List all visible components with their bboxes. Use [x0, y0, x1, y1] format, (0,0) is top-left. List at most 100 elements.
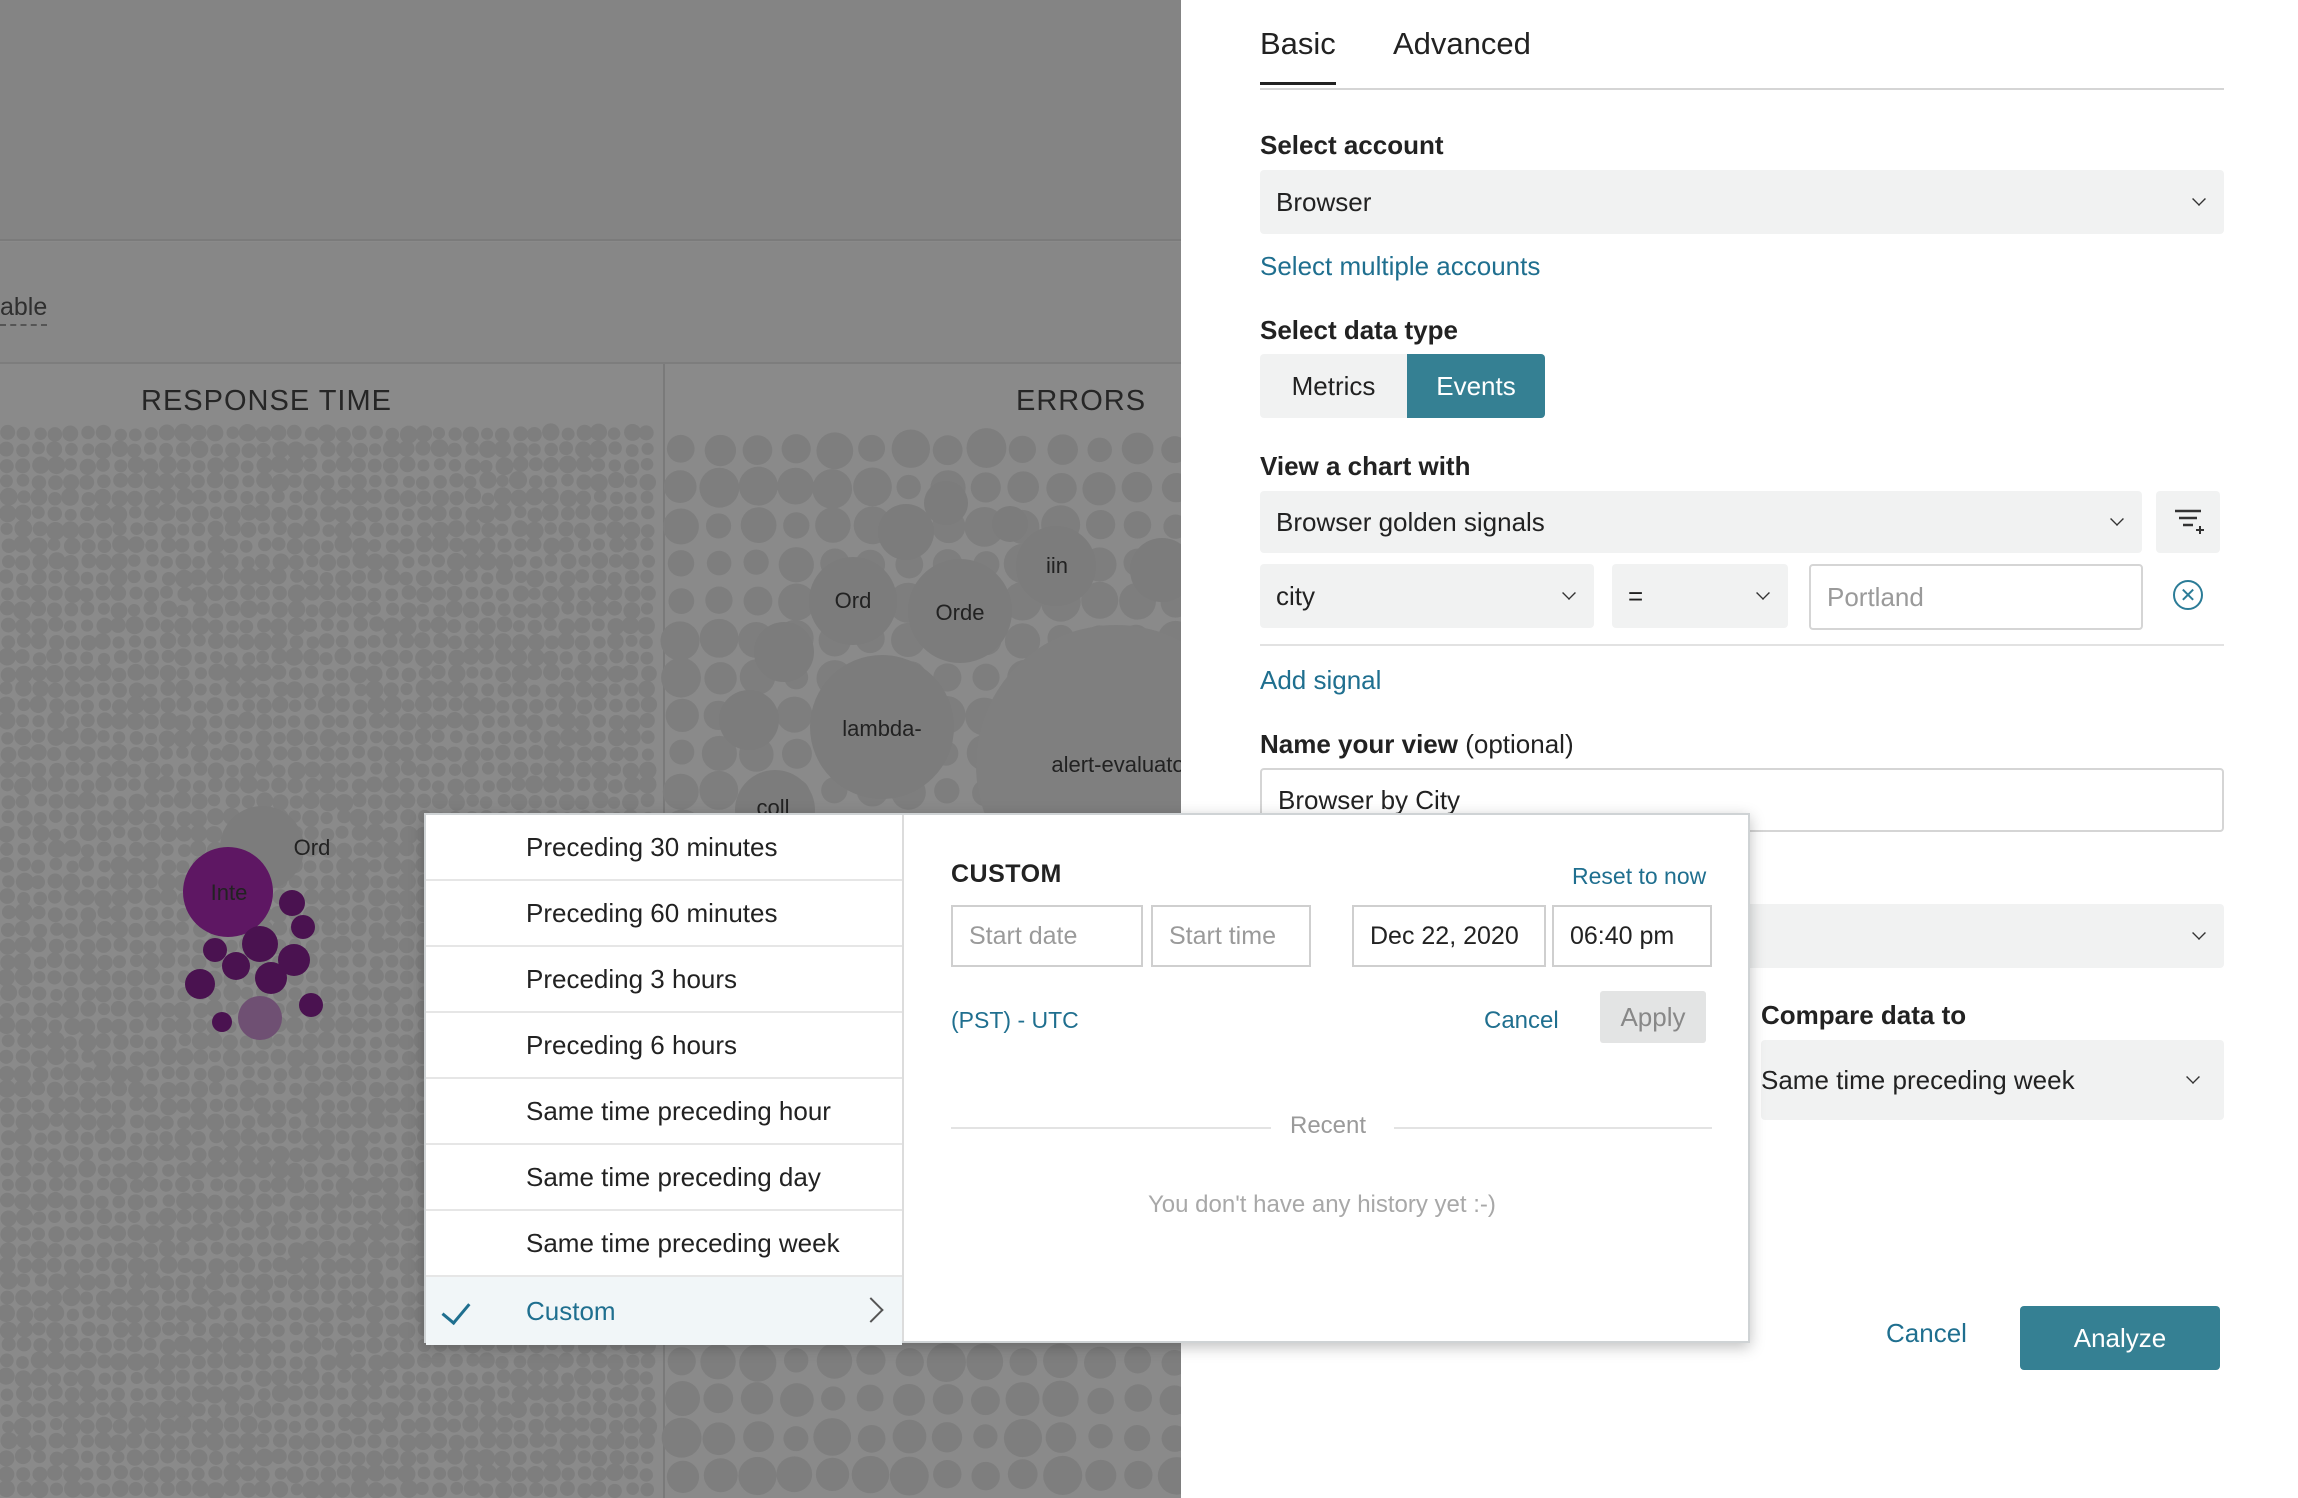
bubble	[16, 585, 32, 601]
bubble	[382, 553, 399, 571]
apply-button[interactable]: Apply	[1600, 991, 1706, 1043]
bubble	[318, 1144, 335, 1161]
bubble	[94, 1129, 110, 1145]
compare-select[interactable]: Same time preceding week	[1761, 1040, 2224, 1120]
bubble	[666, 434, 695, 463]
end-date-input[interactable]: Dec 22, 2020	[1352, 905, 1546, 967]
bubble	[16, 1306, 34, 1324]
events-option[interactable]: Events	[1407, 354, 1545, 418]
bubble	[79, 474, 95, 490]
account-select[interactable]: Browser	[1260, 170, 2224, 234]
bubble	[480, 1400, 497, 1417]
bubble	[161, 859, 177, 875]
preset-item-custom[interactable]: Custom	[426, 1277, 902, 1345]
bubble	[63, 1112, 81, 1131]
end-time-input[interactable]: 06:40 pm	[1552, 905, 1712, 967]
clear-circle-icon[interactable]: ✕	[2173, 580, 2203, 610]
bubble	[96, 1242, 113, 1258]
bubble	[302, 1481, 320, 1498]
bubble	[593, 1401, 608, 1416]
bubble	[0, 504, 17, 523]
bubble	[205, 1416, 224, 1435]
cancel-button[interactable]: Cancel	[1886, 1318, 1967, 1349]
bubble	[668, 588, 695, 614]
bubble	[352, 699, 368, 715]
bubble	[576, 1435, 591, 1449]
timezone-link[interactable]: (PST) - UTC	[951, 1007, 1079, 1034]
bubble	[30, 744, 47, 761]
bubble	[238, 711, 256, 729]
reset-to-now-link[interactable]: Reset to now	[1572, 863, 1706, 890]
bubble	[177, 954, 191, 967]
preset-item[interactable]: Same time preceding week	[426, 1211, 902, 1277]
bubble	[128, 635, 142, 648]
bubble	[336, 842, 353, 859]
bubble	[1, 810, 15, 824]
bubble	[15, 1144, 33, 1163]
bubble	[193, 1049, 209, 1065]
chart-select[interactable]: Browser golden signals	[1260, 491, 2142, 553]
end-time-value: 06:40 pm	[1570, 921, 1675, 950]
bubble	[641, 1386, 656, 1401]
bubble	[495, 1482, 513, 1498]
bubble	[381, 1351, 399, 1370]
bubble	[306, 555, 319, 568]
bubble	[63, 570, 80, 586]
bubble	[80, 571, 94, 585]
bubble	[433, 1449, 448, 1463]
bubble	[111, 1080, 128, 1097]
preset-item[interactable]: Preceding 6 hours	[426, 1013, 902, 1079]
bubble	[448, 1434, 465, 1451]
bubble	[1, 1337, 16, 1352]
bubble	[544, 698, 558, 711]
bubble	[0, 1388, 14, 1402]
metrics-option[interactable]: Metrics	[1260, 354, 1407, 418]
bubble	[384, 1114, 398, 1128]
bubble	[176, 604, 189, 618]
bubble	[159, 810, 175, 827]
bubble	[447, 568, 464, 586]
operator-select[interactable]: =	[1612, 564, 1788, 628]
bubble	[417, 1353, 432, 1368]
preset-item[interactable]: Same time preceding day	[426, 1145, 902, 1211]
bubble	[336, 1100, 349, 1113]
filter-value-input[interactable]: Portland	[1809, 564, 2143, 630]
filter-add-button[interactable]	[2156, 491, 2220, 553]
bubble	[48, 492, 62, 506]
preset-item[interactable]: Preceding 30 minutes	[426, 815, 902, 881]
add-signal-link[interactable]: Add signal	[1260, 665, 1381, 696]
attribute-select[interactable]: city	[1260, 564, 1594, 628]
bubble	[273, 521, 287, 536]
start-date-input[interactable]: Start date	[951, 905, 1143, 967]
start-time-input[interactable]: Start time	[1151, 905, 1311, 967]
bubble	[271, 1402, 285, 1416]
bubble	[33, 1337, 48, 1353]
bubble	[448, 649, 466, 667]
preset-item[interactable]: Preceding 3 hours	[426, 947, 902, 1013]
bubble	[190, 1097, 208, 1115]
bubble	[175, 1369, 190, 1384]
bubble	[287, 1385, 303, 1401]
bubble	[385, 1290, 399, 1304]
preset-item[interactable]: Same time preceding hour	[426, 1079, 902, 1145]
bubble	[495, 647, 512, 665]
bubble	[160, 825, 178, 843]
bubble	[558, 537, 574, 553]
bubble	[130, 954, 143, 968]
bubble	[143, 442, 157, 455]
bubble	[606, 584, 623, 601]
bubble	[29, 695, 47, 714]
tab-basic[interactable]: Basic	[1260, 26, 1336, 85]
bubble	[608, 506, 624, 522]
bubble	[398, 937, 415, 954]
bubble	[223, 634, 239, 649]
analyze-button[interactable]: Analyze	[2020, 1306, 2220, 1370]
preset-item[interactable]: Preceding 60 minutes	[426, 881, 902, 947]
bubble	[1161, 1350, 1181, 1376]
select-multiple-accounts-link[interactable]: Select multiple accounts	[1260, 251, 1540, 282]
popover-cancel-button[interactable]: Cancel	[1484, 1007, 1559, 1035]
bubble	[482, 780, 495, 793]
bubble	[111, 1306, 128, 1322]
tab-advanced[interactable]: Advanced	[1393, 26, 1531, 62]
bubble	[157, 503, 176, 522]
